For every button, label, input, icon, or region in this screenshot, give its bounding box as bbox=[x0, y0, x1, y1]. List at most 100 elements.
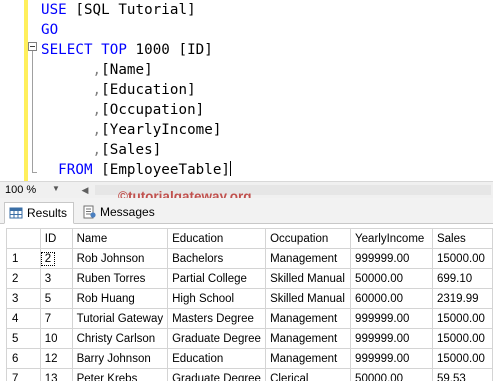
code-token: USE bbox=[41, 2, 67, 18]
row-number[interactable]: 7 bbox=[6, 368, 41, 381]
row-number[interactable]: 5 bbox=[6, 328, 41, 349]
code-line: ,[Sales] bbox=[41, 140, 162, 160]
messages-icon bbox=[83, 205, 96, 219]
table-row[interactable]: 7 13 Peter Krebs Graduate Degree Clerical 500… bbox=[6, 368, 493, 381]
cell-sales[interactable]: 15000.00 bbox=[431, 308, 493, 329]
cell-education[interactable]: Bachelors bbox=[167, 248, 267, 269]
scroll-left-icon[interactable]: ◀ bbox=[78, 183, 92, 197]
cell-occupation[interactable]: Management bbox=[265, 248, 352, 269]
cell-name[interactable]: Tutorial Gateway bbox=[71, 308, 169, 329]
cell-sales[interactable]: 15000.00 bbox=[431, 328, 493, 349]
cell-yearlyincome[interactable]: 60000.00 bbox=[350, 288, 433, 309]
column-header-name[interactable]: Name bbox=[71, 228, 169, 249]
cell-name[interactable]: Barry Johnson bbox=[71, 348, 169, 369]
table-row[interactable]: 1 2 Rob Johnson Bachelors Management 999999.0… bbox=[6, 248, 493, 269]
code-token: FROM bbox=[41, 162, 93, 178]
cell-yearlyincome[interactable]: 999999.00 bbox=[350, 308, 433, 329]
code-token: [EmployeeTable] bbox=[92, 162, 231, 178]
results-table: ID Name Education Occupation YearlyIncom… bbox=[6, 228, 493, 381]
cell-education[interactable]: Partial College bbox=[167, 268, 267, 289]
tab-messages[interactable]: Messages bbox=[78, 202, 158, 224]
grid-icon bbox=[9, 207, 23, 219]
code-line: GO bbox=[41, 20, 58, 40]
table-row[interactable]: 6 12 Barry Johnson Education Management 99999… bbox=[6, 348, 493, 369]
cell-name[interactable]: Ruben Torres bbox=[71, 268, 169, 289]
cell-education[interactable]: Graduate Degree bbox=[167, 368, 267, 381]
row-number[interactable]: 3 bbox=[6, 288, 41, 309]
code-token: , bbox=[41, 122, 102, 138]
code-token: 1000 [ID] bbox=[126, 42, 213, 58]
query-editor[interactable]: USE [SQL Tutorial] GO SELECT TOP 1000 [ID]… bbox=[0, 0, 493, 181]
cell-yearlyincome[interactable]: 999999.00 bbox=[350, 248, 433, 269]
cell-name[interactable]: Rob Huang bbox=[71, 288, 169, 309]
column-header-occupation[interactable]: Occupation bbox=[265, 228, 352, 249]
column-header-sales[interactable]: Sales bbox=[431, 228, 493, 249]
cell-education[interactable]: Graduate Degree bbox=[167, 328, 267, 349]
table-row[interactable]: 3 5 Rob Huang High School Skilled Manual 6000… bbox=[6, 288, 493, 309]
cell-occupation[interactable]: Management bbox=[265, 348, 352, 369]
row-number[interactable]: 1 bbox=[6, 248, 41, 269]
row-number-header[interactable] bbox=[6, 228, 41, 249]
chevron-down-icon[interactable]: ▼ bbox=[52, 184, 60, 193]
table-row[interactable]: 5 10 Christy Carlson Graduate Degree Managem… bbox=[6, 328, 493, 349]
cell-sales[interactable]: 699.10 bbox=[431, 268, 493, 289]
cell-id[interactable]: 13 bbox=[39, 368, 73, 381]
row-number[interactable]: 2 bbox=[6, 268, 41, 289]
column-header-yearlyincome[interactable]: YearlyIncome bbox=[350, 228, 433, 249]
code-line: ,[Education] bbox=[41, 80, 196, 100]
code-token: [Occupation] bbox=[101, 102, 205, 118]
cell-sales[interactable]: 15000.00 bbox=[431, 348, 493, 369]
code-token: SELECT TOP bbox=[41, 42, 127, 58]
cell-name[interactable]: Rob Johnson bbox=[71, 248, 169, 269]
cell-yearlyincome[interactable]: 50000.00 bbox=[350, 368, 433, 381]
code-line: ,[YearlyIncome] bbox=[41, 120, 222, 140]
cell-education[interactable]: Masters Degree bbox=[167, 308, 267, 329]
collapse-toggle-icon[interactable] bbox=[28, 42, 37, 51]
cell-education[interactable]: Education bbox=[167, 348, 267, 369]
cell-yearlyincome[interactable]: 999999.00 bbox=[350, 348, 433, 369]
cell-occupation[interactable]: Management bbox=[265, 308, 352, 329]
text-caret bbox=[230, 161, 232, 176]
cell-id[interactable]: 2 bbox=[39, 248, 73, 269]
column-header-id[interactable]: ID bbox=[39, 228, 73, 249]
results-grid[interactable]: ID Name Education Occupation YearlyIncom… bbox=[0, 224, 493, 381]
change-tracking-bar bbox=[24, 0, 28, 181]
cell-name[interactable]: Christy Carlson bbox=[71, 328, 169, 349]
results-tabbar: Results Messages bbox=[0, 198, 493, 224]
table-row[interactable]: 4 7 Tutorial Gateway Masters Degree Manageme… bbox=[6, 308, 493, 329]
cell-id[interactable]: 7 bbox=[39, 308, 73, 329]
tab-results[interactable]: Results bbox=[4, 202, 74, 224]
code-line: ,[Occupation] bbox=[41, 100, 205, 120]
code-token: GO bbox=[41, 22, 59, 38]
cell-id[interactable]: 12 bbox=[39, 348, 73, 369]
code-token: , bbox=[41, 142, 102, 158]
code-token: , bbox=[41, 82, 102, 98]
tab-messages-label: Messages bbox=[100, 205, 155, 219]
code-line: SELECT TOP 1000 [ID] bbox=[41, 40, 213, 60]
code-line: FROM [EmployeeTable] bbox=[41, 160, 232, 180]
cell-id[interactable]: 3 bbox=[39, 268, 73, 289]
code-token: , bbox=[41, 62, 102, 78]
table-row[interactable]: 2 3 Ruben Torres Partial College Skilled Man… bbox=[6, 268, 493, 289]
code-token: [Name] bbox=[101, 62, 153, 78]
cell-id[interactable]: 10 bbox=[39, 328, 73, 349]
cell-occupation[interactable]: Clerical bbox=[265, 368, 352, 381]
row-number[interactable]: 6 bbox=[6, 348, 41, 369]
cell-yearlyincome[interactable]: 50000.00 bbox=[350, 268, 433, 289]
code-token: [Sales] bbox=[101, 142, 162, 158]
cell-yearlyincome[interactable]: 999999.00 bbox=[350, 328, 433, 349]
cell-sales[interactable]: 15000.00 bbox=[431, 248, 493, 269]
cell-occupation[interactable]: Skilled Manual bbox=[265, 268, 352, 289]
outline-line-end bbox=[32, 172, 37, 173]
cell-occupation[interactable]: Skilled Manual bbox=[265, 288, 352, 309]
zoom-value: 100 % bbox=[5, 184, 37, 196]
row-number[interactable]: 4 bbox=[6, 308, 41, 329]
cell-sales[interactable]: 2319.99 bbox=[431, 288, 493, 309]
cell-id[interactable]: 5 bbox=[39, 288, 73, 309]
cell-name[interactable]: Peter Krebs bbox=[71, 368, 169, 381]
outline-line bbox=[32, 48, 33, 173]
cell-sales[interactable]: 59.53 bbox=[431, 368, 493, 381]
cell-occupation[interactable]: Management bbox=[265, 328, 352, 349]
column-header-education[interactable]: Education bbox=[167, 228, 267, 249]
cell-education[interactable]: High School bbox=[167, 288, 267, 309]
